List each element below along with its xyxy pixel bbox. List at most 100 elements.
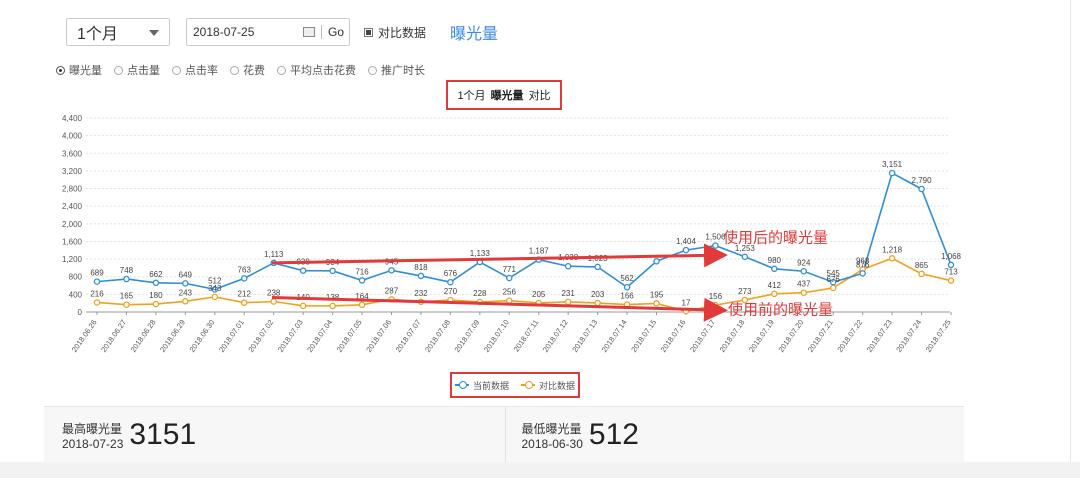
radio-icon[interactable] (230, 65, 239, 75)
radio-icon[interactable] (277, 65, 286, 75)
x-tick-label: 2018.07.19 (747, 318, 776, 354)
data-label: 748 (120, 266, 134, 275)
x-tick-label: 2018.07.25 (924, 318, 953, 354)
x-tick-label: 2018.07.05 (335, 318, 364, 354)
data-label: 212 (238, 290, 252, 299)
x-tick-label: 2018.07.03 (276, 318, 305, 354)
checkbox-checked-icon[interactable] (364, 27, 373, 37)
data-point (152, 279, 160, 287)
x-tick-label: 2018.07.16 (659, 318, 688, 354)
data-label: 562 (620, 274, 634, 283)
data-label: 676 (827, 275, 841, 284)
x-tick-label: 2018.06.27 (99, 318, 128, 354)
x-tick-label: 2018.07.11 (512, 318, 541, 353)
page-footer-strip (0, 462, 1080, 478)
x-tick-label: 2018.07.15 (629, 318, 658, 354)
data-label: 256 (503, 288, 517, 297)
calendar-icon[interactable] (303, 27, 315, 37)
data-label: 3,151 (882, 160, 903, 169)
x-tick-label: 2018.06.26 (70, 318, 99, 354)
stat-value: 3151 (129, 417, 197, 451)
compare-label: 对比数据 (378, 25, 427, 40)
data-label: 713 (944, 268, 958, 277)
data-point (299, 302, 307, 310)
data-point (800, 268, 808, 275)
data-point (240, 299, 248, 306)
data-point (358, 277, 366, 284)
x-tick-label: 2018.07.09 (453, 318, 482, 354)
chart-title: 1个月 曝光量 对比 (446, 80, 562, 110)
annotation-before: 使用前的曝光量 (728, 301, 833, 319)
metric-radio-group: 曝光量 点击量 点击率 花费 平均点击花费 推广时长 (56, 62, 437, 78)
divider (321, 25, 322, 39)
data-point (947, 277, 955, 284)
data-point (653, 300, 660, 307)
data-point (859, 270, 866, 277)
data-point (182, 298, 189, 305)
legend-current[interactable]: 当前数据 (454, 379, 509, 392)
data-label: 156 (709, 292, 723, 301)
data-label: 412 (768, 281, 782, 290)
data-label: 818 (414, 263, 428, 272)
compare-checkbox[interactable]: 对比数据 (364, 24, 426, 41)
radio-label: 曝光量 (69, 65, 102, 77)
radio-metric-4[interactable]: 平均点击花费 (277, 62, 356, 78)
data-point (623, 283, 631, 291)
x-tick-label: 2018.07.02 (246, 318, 275, 354)
data-point (564, 262, 572, 270)
stat-date: 2018-07-23 (62, 436, 124, 451)
radio-icon[interactable] (368, 65, 377, 75)
y-tick-label: 3,600 (62, 149, 83, 158)
date-value[interactable]: 2018-07-25 (187, 25, 299, 39)
x-tick-label: 2018.07.20 (776, 318, 805, 354)
radio-metric-2[interactable]: 点击率 (172, 62, 218, 78)
radio-label: 点击量 (127, 65, 160, 77)
period-select[interactable]: 1个月 (66, 18, 170, 46)
data-label: 195 (650, 290, 664, 299)
go-button[interactable]: Go (328, 25, 344, 39)
data-point (594, 263, 601, 271)
panel-border (1070, 0, 1071, 462)
stat-date: 2018-06-30 (521, 436, 583, 451)
x-tick-label: 2018.07.24 (894, 318, 923, 354)
y-tick-label: 2,800 (62, 185, 83, 194)
date-input[interactable]: 2018-07-25 Go (186, 18, 350, 46)
data-label: 216 (90, 289, 104, 298)
data-label: 205 (532, 290, 546, 299)
series-marker-icon (521, 381, 535, 389)
legend-compare[interactable]: 对比数据 (521, 379, 575, 392)
data-point (829, 284, 837, 292)
stat-title: 最高曝光量 (62, 421, 123, 436)
data-label: 2,790 (912, 176, 933, 185)
data-point (564, 298, 572, 306)
data-point (182, 280, 189, 287)
x-tick-label: 2018.07.23 (865, 318, 894, 354)
radio-metric-5[interactable]: 推广时长 (368, 62, 425, 78)
data-label: 287 (385, 286, 399, 295)
data-point (712, 242, 719, 249)
radio-metric-3[interactable]: 花费 (230, 62, 265, 78)
radio-selected-icon[interactable] (56, 65, 65, 75)
radio-icon[interactable] (172, 65, 181, 75)
data-label: 924 (797, 258, 811, 267)
data-point (447, 278, 454, 286)
x-tick-label: 2018.06.29 (158, 318, 187, 354)
data-label: 165 (120, 292, 134, 301)
stat-max: 最高曝光量 2018-07-23 3151 (44, 407, 505, 462)
data-label: 1,218 (882, 245, 903, 254)
radio-icon[interactable] (114, 65, 123, 75)
data-label: 1,404 (676, 237, 697, 246)
data-label: 763 (238, 265, 252, 274)
chart-title-period: 1个月 (457, 90, 486, 102)
data-label: 968 (856, 256, 870, 265)
x-tick-label: 2018.07.21 (806, 318, 835, 354)
data-label: 676 (444, 269, 458, 278)
stat-min: 最低曝光量 2018-06-30 512 (504, 407, 965, 462)
x-tick-label: 2018.07.17 (688, 318, 717, 354)
radio-metric-0[interactable]: 曝光量 (56, 62, 102, 78)
data-label: 1,133 (470, 249, 491, 258)
data-label: 865 (915, 261, 929, 270)
radio-metric-1[interactable]: 点击量 (114, 62, 160, 78)
data-point (152, 300, 160, 308)
data-point (771, 265, 778, 273)
